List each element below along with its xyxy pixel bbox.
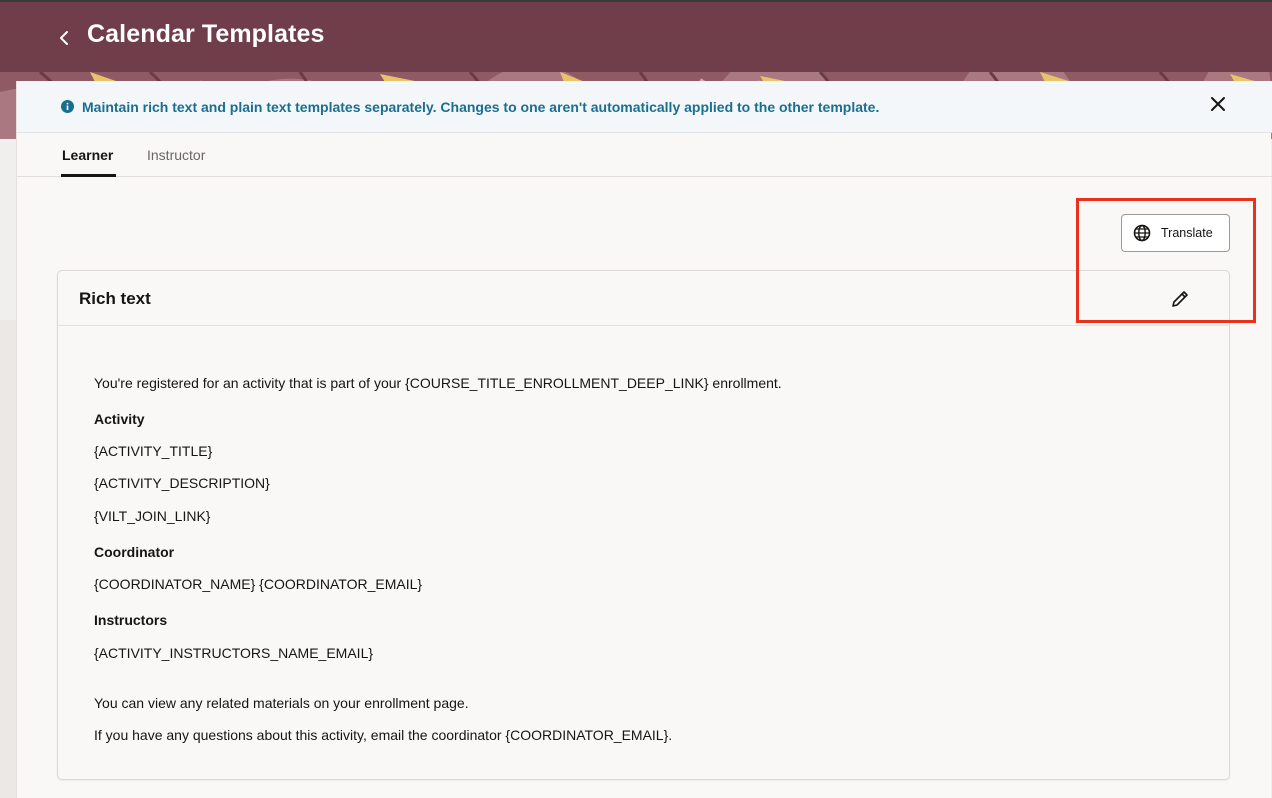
main-panel: Maintain rich text and plain text templa… bbox=[16, 81, 1272, 798]
tab-selected-indicator bbox=[61, 174, 116, 177]
background-texture bbox=[0, 320, 16, 798]
coordinator-heading: Coordinator bbox=[94, 544, 175, 560]
coordinator-info-token: {COORDINATOR_NAME} {COORDINATOR_EMAIL} bbox=[94, 576, 423, 592]
rich-text-title: Rich text bbox=[79, 289, 151, 308]
materials-text: You can view any related materials on yo… bbox=[94, 695, 469, 711]
tab-learner[interactable]: Learner bbox=[62, 147, 113, 163]
activity-description-token: {ACTIVITY_DESCRIPTION} bbox=[94, 475, 270, 491]
chevron-left-icon bbox=[60, 31, 68, 45]
banner-message: Maintain rich text and plain text templa… bbox=[82, 99, 880, 115]
rich-text-header: Rich text bbox=[58, 271, 1229, 326]
back-button[interactable] bbox=[52, 24, 76, 52]
translate-button[interactable]: Translate bbox=[1121, 214, 1230, 252]
page-title: Calendar Templates bbox=[87, 20, 325, 48]
tab-instructor[interactable]: Instructor bbox=[147, 147, 205, 163]
close-icon[interactable] bbox=[1209, 95, 1227, 113]
info-banner: Maintain rich text and plain text templa… bbox=[17, 81, 1272, 133]
tab-bar: Learner Instructor bbox=[17, 133, 1272, 177]
vilt-join-link-token: {VILT_JOIN_LINK} bbox=[94, 508, 211, 524]
instructors-heading: Instructors bbox=[94, 612, 168, 628]
instructors-info-token: {ACTIVITY_INSTRUCTORS_NAME_EMAIL} bbox=[94, 645, 374, 661]
activity-title-token: {ACTIVITY_TITLE} bbox=[94, 443, 213, 459]
activity-heading: Activity bbox=[94, 411, 145, 427]
intro-text: You're registered for an activity that i… bbox=[94, 375, 782, 391]
translate-label: Translate bbox=[1161, 226, 1213, 240]
page: Calendar Templates Maintain rich text an… bbox=[0, 0, 1272, 798]
globe-icon bbox=[1133, 224, 1151, 242]
rich-text-card: Rich text You're registered for an activ… bbox=[57, 270, 1230, 780]
questions-text: If you have any questions about this act… bbox=[94, 727, 673, 743]
pencil-icon[interactable] bbox=[1169, 288, 1191, 310]
info-icon bbox=[61, 100, 74, 113]
